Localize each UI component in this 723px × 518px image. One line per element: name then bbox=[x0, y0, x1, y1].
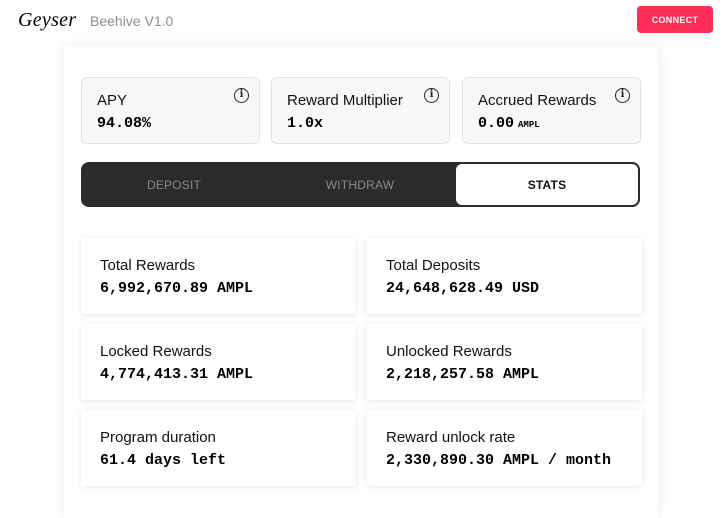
stat-card-reward-unlock-rate: Reward unlock rate 2,330,890.30 AMPL / m… bbox=[367, 410, 642, 486]
stat-value: 6,992,670.89 AMPL bbox=[100, 280, 254, 297]
stat-label: Reward unlock rate bbox=[386, 429, 516, 446]
info-icon[interactable]: i bbox=[234, 88, 249, 103]
stat-label: Program duration bbox=[100, 429, 216, 446]
apy-value: 94.08% bbox=[97, 115, 152, 132]
stat-label: Locked Rewards bbox=[100, 343, 212, 360]
connect-button[interactable]: CONNECT bbox=[637, 6, 713, 33]
accrued-rewards-unit: AMPL bbox=[518, 120, 540, 130]
stat-value: 61.4 days left bbox=[100, 452, 227, 469]
reward-multiplier-label: Reward Multiplier bbox=[287, 92, 403, 109]
stat-card-locked-rewards: Locked Rewards 4,774,413.31 AMPL bbox=[81, 324, 356, 400]
stat-value: 2,218,257.58 AMPL bbox=[386, 366, 540, 383]
stat-label: Total Rewards bbox=[100, 257, 196, 274]
accrued-rewards-label: Accrued Rewards bbox=[478, 92, 597, 109]
tab-bar: DEPOSIT WITHDRAW STATS bbox=[81, 162, 640, 207]
accrued-rewards-value: 0.00 AMPL bbox=[478, 115, 540, 132]
stat-card-unlocked-rewards: Unlocked Rewards 2,218,257.58 AMPL bbox=[367, 324, 642, 400]
info-icon[interactable]: i bbox=[615, 88, 630, 103]
accrued-rewards-card: Accrued Rewards 0.00 AMPL i bbox=[462, 77, 641, 144]
apy-card: APY 94.08% i bbox=[81, 77, 260, 144]
stat-label: Unlocked Rewards bbox=[386, 343, 512, 360]
app-version: Beehive V1.0 bbox=[90, 13, 174, 29]
apy-label: APY bbox=[97, 92, 128, 109]
stat-card-program-duration: Program duration 61.4 days left bbox=[81, 410, 356, 486]
reward-multiplier-value: 1.0x bbox=[287, 115, 324, 132]
reward-multiplier-card: Reward Multiplier 1.0x i bbox=[271, 77, 450, 144]
stat-card-total-rewards: Total Rewards 6,992,670.89 AMPL bbox=[81, 238, 356, 314]
tab-deposit[interactable]: DEPOSIT bbox=[81, 162, 267, 207]
stat-value: 2,330,890.30 AMPL / month bbox=[386, 452, 612, 469]
app-logo[interactable]: Geyser bbox=[18, 9, 76, 32]
tab-stats[interactable]: STATS bbox=[454, 162, 640, 207]
stat-value: 24,648,628.49 USD bbox=[386, 280, 540, 297]
stat-value: 4,774,413.31 AMPL bbox=[100, 366, 254, 383]
tab-withdraw[interactable]: WITHDRAW bbox=[267, 162, 453, 207]
info-icon[interactable]: i bbox=[424, 88, 439, 103]
stat-card-total-deposits: Total Deposits 24,648,628.49 USD bbox=[367, 238, 642, 314]
stat-label: Total Deposits bbox=[386, 257, 481, 274]
top-bar: Geyser Beehive V1.0 CONNECT bbox=[0, 0, 723, 40]
